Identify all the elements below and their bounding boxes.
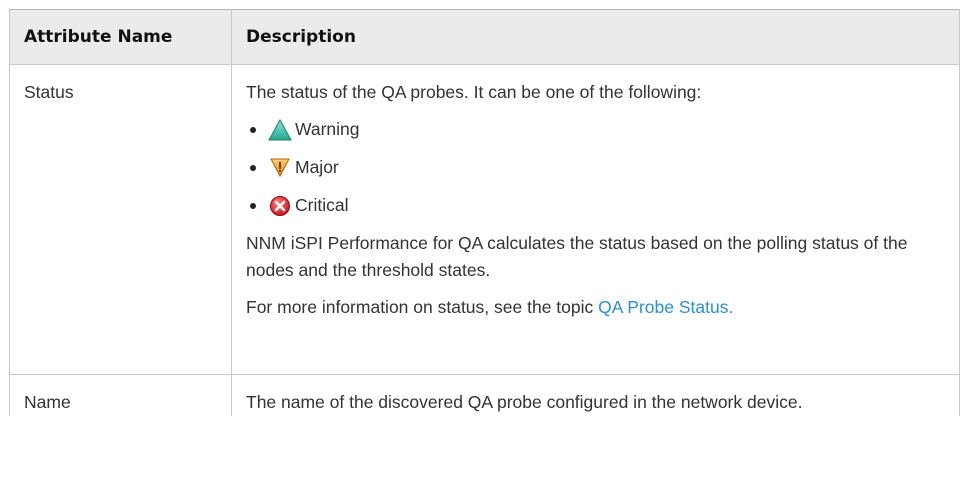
status-calculation-note: NNM iSPI Performance for QA calculates t… xyxy=(246,233,908,280)
description-cell: The status of the QA probes. It can be o… xyxy=(231,64,960,375)
status-label-major: Major xyxy=(295,157,339,177)
column-header-attribute-name: Attribute Name xyxy=(9,9,232,65)
column-header-description: Description xyxy=(231,9,960,65)
warning-triangle-icon xyxy=(268,118,292,141)
status-item-warning: Warning xyxy=(250,116,945,143)
attribute-table: Attribute Name Description Status The st… xyxy=(9,9,960,416)
status-item-critical: Critical xyxy=(250,192,945,219)
more-info-text: For more information on status, see the … xyxy=(246,294,945,321)
status-item-major: Major xyxy=(250,154,945,181)
table-row: Status The status of the QA probes. It c… xyxy=(9,64,960,375)
more-info-prefix: For more information on status, see the … xyxy=(246,297,599,317)
qa-probe-status-link[interactable]: QA Probe Status. xyxy=(598,297,733,317)
bullet-icon xyxy=(250,202,256,209)
attribute-name-cell: Name xyxy=(9,374,232,416)
status-label-critical: Critical xyxy=(295,195,349,215)
attribute-name-cell: Status xyxy=(9,64,232,375)
status-list: Warning Major Critical xyxy=(246,116,945,219)
bullet-icon xyxy=(250,126,256,133)
critical-x-circle-icon xyxy=(268,195,292,217)
status-label-warning: Warning xyxy=(295,119,360,139)
status-intro-text: The status of the QA probes. It can be o… xyxy=(246,82,702,102)
bullet-icon xyxy=(250,164,256,171)
table-row: Name The name of the discovered QA probe… xyxy=(9,374,960,416)
description-cell: The name of the discovered QA probe conf… xyxy=(231,374,960,416)
table-header-row: Attribute Name Description xyxy=(9,9,960,65)
major-down-triangle-icon xyxy=(268,157,292,179)
